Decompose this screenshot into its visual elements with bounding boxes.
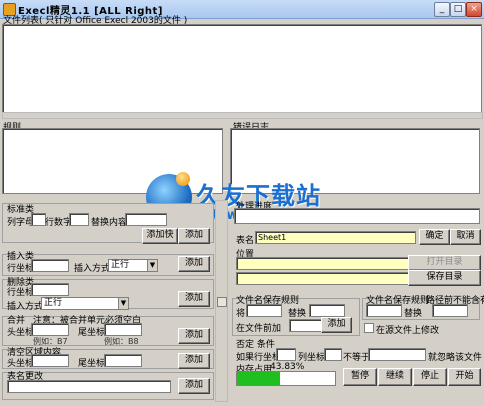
delete-row-label: 行坐标 <box>7 288 35 298</box>
replace-content-input[interactable] <box>125 213 167 226</box>
start-button[interactable]: 开始 <box>448 368 481 386</box>
name-rule2-to-input[interactable] <box>432 304 468 317</box>
stop-button[interactable]: 停止 <box>413 368 447 386</box>
name-rule2-replace-label: 替换 <box>404 309 423 319</box>
clear-tail-label: 尾坐标 <box>78 359 106 369</box>
condition-col-input[interactable] <box>324 348 342 361</box>
open-dir-button[interactable]: 打开目录 <box>408 255 481 271</box>
merge-head-input[interactable] <box>31 323 69 336</box>
merge-head-label: 头坐标 <box>7 328 35 338</box>
insert-row-label: 行坐标 <box>7 264 35 274</box>
chevron-down-icon[interactable]: ▼ <box>147 260 157 271</box>
merge-tail-input[interactable] <box>104 323 142 336</box>
progress-list <box>234 208 480 224</box>
delete-method-value: 正行 <box>44 298 63 308</box>
minimize-button[interactable]: _ <box>434 2 450 17</box>
delete-method-label: 插入方式 <box>7 302 44 312</box>
close-button[interactable]: × <box>466 2 482 17</box>
left-panel-scrollbar[interactable] <box>215 200 228 402</box>
name-rule2-from-input[interactable] <box>366 304 402 317</box>
delete-row-input[interactable] <box>31 283 69 296</box>
clear-head-input[interactable] <box>31 354 69 367</box>
merge-example-tail: 例如：B8 <box>104 337 139 346</box>
insert-row-input[interactable] <box>31 259 69 272</box>
standard-title: 标准类 <box>7 205 35 215</box>
confirm-button[interactable]: 确定 <box>419 229 450 245</box>
condition-skip-label: 就忽略该文件 <box>428 353 483 363</box>
memory-progress-fill <box>237 372 280 385</box>
watermark-dot-icon <box>176 172 190 186</box>
condition-row-input[interactable] <box>276 348 296 361</box>
sheet-name-label: 表名 <box>236 236 255 246</box>
name-rule-with-label: 替换 <box>288 309 307 319</box>
delete-method-select[interactable]: 正行 ▼ <box>41 297 129 310</box>
clear-head-label: 头坐标 <box>7 359 35 369</box>
merge-add-button[interactable]: 添加 <box>178 328 210 344</box>
merge-tail-label: 尾坐标 <box>78 328 106 338</box>
col-letter-label: 列字母 <box>7 218 35 228</box>
save-location-input[interactable] <box>236 272 410 285</box>
name-rule-replace-label: 将 <box>236 309 246 319</box>
file-list-hscrollbar[interactable] <box>2 112 483 119</box>
standard-add-button[interactable]: 添加 <box>178 228 210 244</box>
insert-add-button[interactable]: 添加 <box>178 256 210 272</box>
delete-add-button[interactable]: 添加 <box>178 291 210 307</box>
file-list[interactable] <box>2 24 482 115</box>
row-number-label: 行数字 <box>45 218 73 228</box>
condition-title: 否定 条件 <box>236 340 275 350</box>
condition-not-equal-label: 不等于 <box>343 353 371 363</box>
rules-list[interactable] <box>2 128 223 194</box>
insert-method-value: 正行 <box>111 260 130 270</box>
replace-content-label: 替换内容 <box>91 218 128 228</box>
prefix-label: 在文件前加 <box>236 324 282 334</box>
sheet-name-input[interactable]: Sheet1 <box>255 231 416 244</box>
scrollbar-thumb[interactable] <box>217 297 227 307</box>
rename-add-button[interactable]: 添加 <box>178 378 210 394</box>
save-dir-button[interactable]: 保存目录 <box>408 270 481 286</box>
col-letter-input[interactable] <box>31 213 46 226</box>
modify-source-checkbox[interactable] <box>364 323 374 333</box>
continue-button[interactable]: 继续 <box>378 368 412 386</box>
insert-method-label: 插入方式 <box>74 264 111 274</box>
name-rule-add-button[interactable]: 添加 <box>321 317 352 333</box>
modify-source-label: 在源文件上修改 <box>376 326 440 336</box>
pause-button[interactable]: 暂停 <box>343 368 377 386</box>
cancel-button[interactable]: 取消 <box>450 229 481 245</box>
chevron-down-icon[interactable]: ▼ <box>118 298 128 309</box>
maximize-button[interactable]: □ <box>450 2 466 17</box>
clear-tail-input[interactable] <box>104 354 142 367</box>
row-number-input[interactable] <box>69 213 89 226</box>
clear-add-button[interactable]: 添加 <box>178 353 210 369</box>
rename-input[interactable] <box>7 380 171 393</box>
name-rule-from-input[interactable] <box>246 304 282 317</box>
add-quick-button[interactable]: 添加快 <box>142 228 178 244</box>
memory-progress-bar <box>236 371 336 386</box>
condition-value-input[interactable] <box>368 348 426 361</box>
prefix-input[interactable] <box>289 319 325 332</box>
name-rule-to-input[interactable] <box>309 304 345 317</box>
open-location-input[interactable] <box>236 257 410 270</box>
insert-method-select[interactable]: 正行 ▼ <box>108 259 158 272</box>
